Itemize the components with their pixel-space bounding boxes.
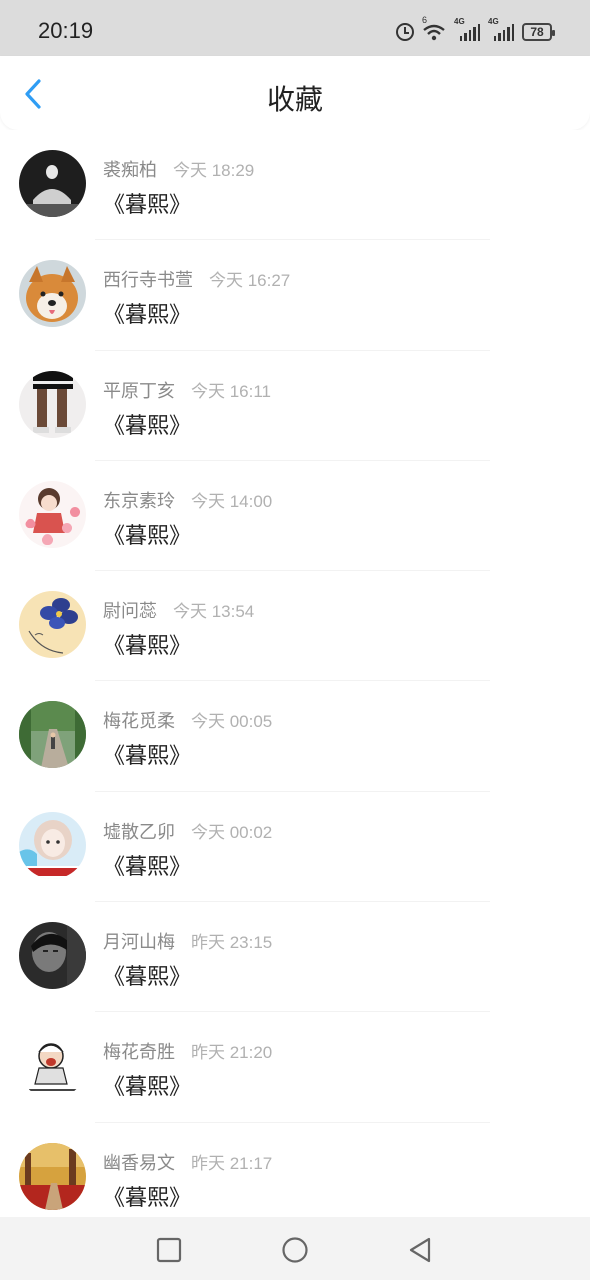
user-name: 梅花奇胜 [103,1042,175,1064]
signal-icon-1: 4G [454,17,480,41]
avatar[interactable] [19,811,86,879]
item-title: 《暮熙》 [103,1185,192,1211]
user-name: 西行寺书萱 [103,270,193,292]
avatar[interactable] [19,922,86,990]
system-back-button[interactable] [405,1235,435,1265]
item-title: 《暮熙》 [103,634,192,660]
item-meta: 东京素玲 今天 14:00 [103,487,272,513]
avatar[interactable] [19,150,86,217]
timestamp: 昨天 21:20 [191,1043,273,1063]
list-item[interactable]: 墟散乙卯 今天 00:02 《暮熙》 [0,792,590,903]
list-item[interactable]: 梅花觅柔 今天 00:05 《暮熙》 [0,681,590,792]
favorites-list: 裘痴柏 今天 18:29 《暮熙》 西行寺书萱 今天 16:27 《暮熙》 平原… [0,130,590,1217]
status-icons: 6 4G 4G 78 [396,15,555,44]
list-item[interactable]: 平原丁亥 今天 16:11 《暮熙》 [0,351,590,461]
item-title: 《暮熙》 [103,965,192,991]
avatar[interactable] [19,701,86,769]
timestamp: 今天 00:02 [191,822,273,842]
wifi-label: 6 [422,15,428,25]
avatar[interactable] [19,260,86,328]
home-button[interactable] [280,1235,310,1265]
battery-level: 78 [530,25,544,39]
timestamp: 今天 16:27 [209,271,291,291]
timestamp: 昨天 21:17 [191,1153,273,1173]
item-meta: 月河山梅 昨天 23:15 [103,928,272,954]
item-meta: 西行寺书萱 今天 16:27 [103,266,290,292]
list-item[interactable]: 尉问蕊 今天 13:54 《暮熙》 [0,571,590,682]
list-item[interactable]: 幽香易文 昨天 21:17 《暮熙》 [0,1123,590,1217]
wifi-icon: 6 [422,15,446,41]
item-title: 《暮熙》 [103,854,192,880]
list-item[interactable]: 西行寺书萱 今天 16:27 《暮熙》 [0,240,590,351]
user-name: 月河山梅 [103,932,175,954]
user-name: 梅花觅柔 [103,711,175,733]
user-name: 墟散乙卯 [103,821,175,843]
user-name: 东京素玲 [103,490,175,512]
item-meta: 墟散乙卯 今天 00:02 [103,818,272,844]
user-name: 尉问蕊 [103,601,157,623]
signal-icon-2: 4G [488,17,514,41]
avatar[interactable] [19,370,86,438]
list-item[interactable]: 月河山梅 昨天 23:15 《暮熙》 [0,902,590,1013]
timestamp: 昨天 23:15 [191,933,273,953]
item-meta: 梅花奇胜 昨天 21:20 [103,1038,272,1064]
header: 收藏 [0,56,590,130]
list-item[interactable]: 东京素玲 今天 14:00 《暮熙》 [0,461,590,572]
timestamp: 今天 18:29 [173,161,255,180]
item-title: 《暮熙》 [103,413,192,439]
status-time: 20:19 [38,18,94,43]
status-bar: 20:19 6 4G 4G 78 [0,0,590,56]
item-meta: 尉问蕊 今天 13:54 [103,597,254,623]
user-name: 幽香易文 [103,1152,175,1174]
item-title: 《暮熙》 [103,523,192,549]
page-title: 收藏 [266,83,323,116]
system-nav-bar [0,1217,590,1280]
user-name: 裘痴柏 [103,160,157,181]
item-title: 《暮熙》 [103,193,192,218]
recent-apps-button[interactable] [154,1235,184,1265]
item-title: 《暮熙》 [103,303,192,329]
timestamp: 今天 00:05 [191,712,273,732]
item-meta: 平原丁亥 今天 16:11 [103,377,271,403]
list-item[interactable]: 裘痴柏 今天 18:29 《暮熙》 [0,130,590,241]
timestamp: 今天 14:00 [191,491,273,511]
circle-icon [282,1237,308,1263]
item-meta: 梅花觅柔 今天 00:05 [103,707,272,733]
square-icon [156,1237,182,1263]
triangle-back-icon [409,1237,431,1263]
item-title: 《暮熙》 [103,744,192,770]
avatar[interactable] [19,591,86,659]
list-item[interactable]: 梅花奇胜 昨天 21:20 《暮熙》 [0,1012,590,1123]
timestamp: 今天 13:54 [173,602,255,622]
avatar[interactable] [19,1032,86,1100]
timestamp: 今天 16:11 [191,381,272,401]
item-meta: 幽香易文 昨天 21:17 [103,1149,272,1175]
item-meta: 裘痴柏 今天 18:29 [103,156,254,182]
avatar[interactable] [19,480,86,548]
avatar[interactable] [19,1142,86,1210]
user-name: 平原丁亥 [103,380,175,402]
alarm-icon [396,23,414,41]
item-title: 《暮熙》 [103,1075,192,1101]
battery-icon: 78 [522,23,555,41]
